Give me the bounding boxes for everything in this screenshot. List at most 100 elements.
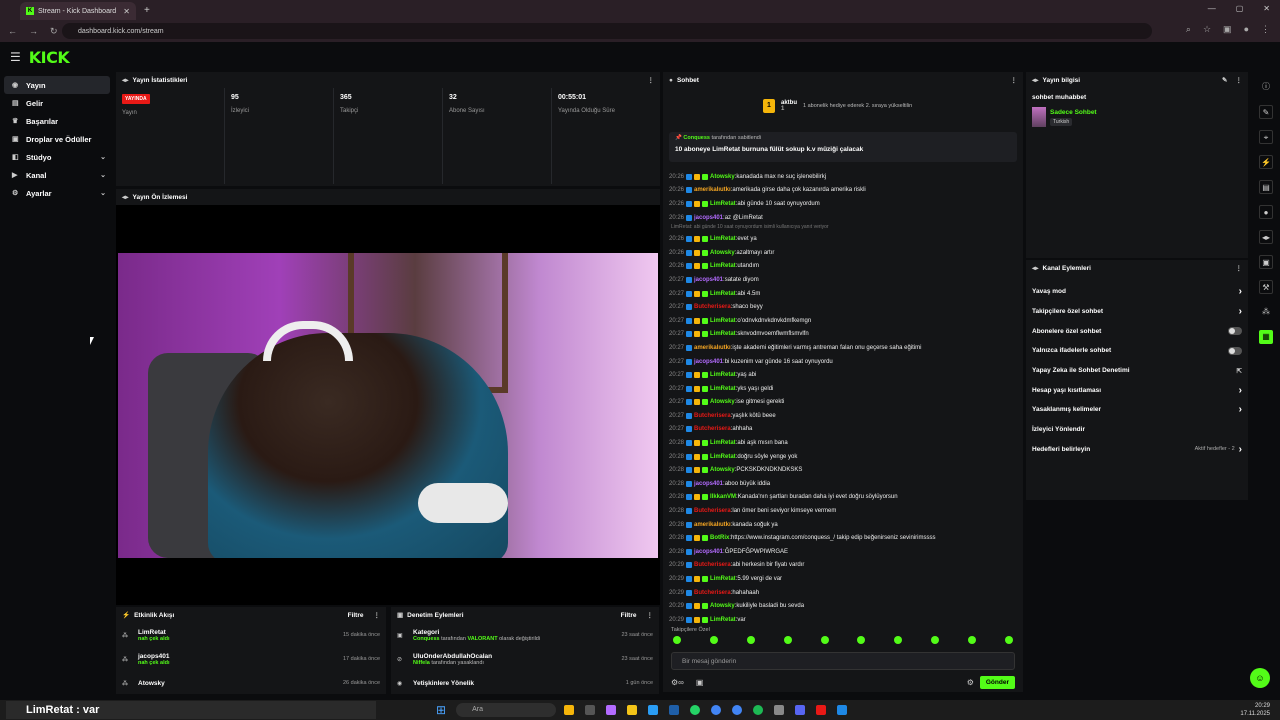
channel-action-row[interactable]: Abonelere özel sohbet (1026, 321, 1248, 341)
message-username[interactable]: BotRix (710, 535, 729, 541)
message-username[interactable]: LimRetat (710, 201, 736, 207)
emote-icon[interactable] (783, 636, 792, 644)
spotify-icon[interactable] (753, 705, 764, 715)
pinned-message[interactable]: 📌 Conquess tarafından sabitlendi 10 abon… (669, 132, 1017, 162)
chat-message[interactable]: 20:27 LimRetat: yks yaşı geldi (669, 382, 1017, 396)
copilot-icon[interactable] (606, 705, 617, 715)
emote-icon[interactable] (673, 636, 681, 644)
emote-icon[interactable] (968, 636, 976, 644)
edit-icon[interactable]: ✎ (1259, 105, 1273, 119)
chat-input[interactable]: Bir mesaj gönderin (671, 652, 1015, 670)
kick-logo[interactable]: KICK (29, 48, 70, 67)
channel-action-row[interactable]: Yalnızca ifadelerle sohbet (1026, 341, 1248, 361)
chat-message[interactable]: 20:28 BotRix: https://www.instagram.com/c… (669, 531, 1017, 545)
channel-action-row[interactable]: Hesap yaşı kısıtlaması › (1026, 380, 1248, 400)
settings-icon[interactable]: ⚙ (967, 678, 974, 687)
sidebar-item[interactable]: ▣ Droplar ve Ödüller (4, 130, 110, 148)
new-tab-icon[interactable]: + (144, 5, 150, 16)
stream-preview[interactable] (116, 205, 660, 605)
url-input[interactable]: dashboard.kick.com/stream (62, 23, 1152, 39)
message-username[interactable]: LimRetat (710, 386, 736, 392)
sidebar-item[interactable]: ▶ Kanal ⌄ (4, 166, 110, 184)
support-chat-button[interactable]: ☺ (1250, 668, 1270, 688)
message-username[interactable]: jacops401 (694, 215, 723, 221)
send-button[interactable]: Gönder (979, 675, 1015, 689)
message-username[interactable]: LimRetat (710, 331, 736, 337)
gift-icon[interactable]: ▣ (696, 678, 704, 687)
message-username[interactable]: Atowsky (710, 399, 735, 405)
chat-message[interactable]: 20:27 amerikalıutkı: işte akademi eğitiml… (669, 341, 1017, 355)
moderation-filter-button[interactable]: Filtre (621, 612, 637, 619)
chat-message[interactable]: 20:28 amerikalıutkı: kanada soğuk ya (669, 518, 1017, 532)
chat-bubble-icon[interactable]: ● (1259, 205, 1273, 219)
chat-message[interactable]: 20:26 LimRetat: utandım (669, 260, 1017, 274)
moderation-item[interactable]: ⊘ UluOnderAbdullahOcalan Niffela tarafında… (391, 647, 659, 671)
minimize-icon[interactable]: — (1208, 4, 1216, 13)
chat-message[interactable]: 20:28 IlkkanVM: Kanada'nın şartları burad… (669, 491, 1017, 505)
chat-message[interactable]: 20:29 Atowsky: kukiliyle basladi bu sevda (669, 599, 1017, 613)
message-username[interactable]: LimRetat (710, 617, 736, 623)
whatsapp-icon[interactable] (690, 705, 701, 715)
maximize-icon[interactable]: ▢ (1236, 4, 1244, 13)
store-icon[interactable] (669, 705, 680, 715)
message-username[interactable]: Atowsky (710, 467, 735, 473)
sidebar-item[interactable]: ◧ Stüdyo ⌄ (4, 148, 110, 166)
chat-message[interactable]: 20:28 Butcherisera: lan ömer beni seviyor… (669, 504, 1017, 518)
emote-icon[interactable] (709, 636, 718, 644)
chat-message[interactable]: 20:26 Atowsky: azaltmayı artır (669, 246, 1017, 260)
moderation-item[interactable]: ◉ Yetişkinlere Yönelik 1 gün önce (391, 671, 659, 695)
menu-icon[interactable]: ⋮ (1261, 24, 1270, 35)
sidebar-item[interactable]: ⚙ Ayarlar ⌄ (4, 184, 110, 202)
chat-message[interactable]: 20:26 LimRetat: abi günde 10 saat oynuyor… (669, 197, 1017, 211)
message-username[interactable]: Butcherisera (694, 590, 731, 596)
hamburger-icon[interactable]: ☰ (10, 50, 21, 64)
chrome-icon[interactable] (732, 705, 743, 715)
users-icon[interactable]: ⁂ (1259, 305, 1273, 319)
sidebar-item[interactable]: ▤ Gelir (4, 94, 110, 112)
chat-message[interactable]: 20:27 jacops401: satate diyom (669, 273, 1017, 287)
chat-message[interactable]: 20:27 LimRetat: o'odnvkdnvkdnvkdmfkemgn (669, 314, 1017, 328)
activity-item[interactable]: ⁂ Atowsky 26 dakika önce (116, 671, 386, 695)
message-username[interactable]: LimRetat (710, 440, 736, 446)
zoom-icon[interactable]: ⌕ (1186, 24, 1191, 35)
channel-action-row[interactable]: Hedefleri belirleyin Aktif hedefler - 2 › (1026, 440, 1248, 460)
settings-icon[interactable] (774, 705, 785, 715)
lightning-icon[interactable]: ⚡ (1259, 155, 1273, 169)
message-username[interactable]: Butcherisera (694, 508, 731, 514)
channel-action-row[interactable]: Takipçilere özel sohbet › (1026, 302, 1248, 322)
message-username[interactable]: IlkkanVM (710, 494, 736, 500)
more-icon[interactable]: ⋮ (648, 76, 655, 84)
category-name[interactable]: Sadece Sohbet (1050, 109, 1097, 116)
message-username[interactable]: amerikalıutkı (694, 522, 731, 528)
message-username[interactable]: Butcherisera (694, 562, 731, 568)
chat-message[interactable]: 20:27 Butcherisera: shaco beyy (669, 300, 1017, 314)
chat-message[interactable]: 20:27 LimRetat: sknvodmvoemflwmflsmvlfn (669, 328, 1017, 342)
sidebar-item[interactable]: ♛ Başarılar (4, 112, 110, 130)
extensions-icon[interactable]: ▣ (1223, 24, 1232, 35)
chat-message[interactable]: 20:29 LimRetat: var (669, 613, 1017, 627)
info-icon[interactable]: ⓘ (1259, 80, 1273, 94)
channel-action-row[interactable]: Yavaş mod › (1026, 282, 1248, 302)
emote-icon[interactable] (894, 636, 903, 644)
taskbar-search[interactable]: Ara (456, 703, 557, 717)
channel-action-row[interactable]: Yapay Zeka ile Sohbet Denetimi ⇱ (1026, 361, 1248, 381)
channel-action-row[interactable]: Yasaklanmış kelimeler › (1026, 400, 1248, 420)
toggle-switch[interactable] (1228, 327, 1242, 336)
activity-item[interactable]: ⁂ jacops401 nah çek aldı 17 dakika önce (116, 647, 386, 671)
wrench-icon[interactable]: ⚒ (1259, 280, 1273, 294)
chat-message[interactable]: 20:28 LimRetat: doğru söyle yenge yok (669, 450, 1017, 464)
weather-icon[interactable] (564, 705, 575, 715)
add-icon[interactable]: ▦ (1259, 330, 1273, 344)
message-username[interactable]: amerikalıutkı (694, 345, 731, 351)
message-username[interactable]: jacops401 (694, 481, 723, 487)
more-icon[interactable]: ⋮ (1236, 76, 1243, 84)
toggle-switch[interactable] (1228, 346, 1242, 355)
message-username[interactable]: LimRetat (710, 454, 736, 460)
chat-message[interactable]: 20:26 Atowsky: kanadada max ne suç işlene… (669, 170, 1017, 184)
message-username[interactable]: jacops401 (694, 277, 723, 283)
raid-icon[interactable]: ⌖ (1259, 130, 1273, 144)
chat-message[interactable]: 20:29 Butcherisera: abi herkesin bir fiya… (669, 559, 1017, 573)
message-username[interactable]: LimRetat (710, 291, 736, 297)
emote-icon[interactable] (1004, 636, 1013, 644)
moderation-item[interactable]: ▣ Kategori Conquess tarafından VALORANT ol… (391, 623, 659, 647)
